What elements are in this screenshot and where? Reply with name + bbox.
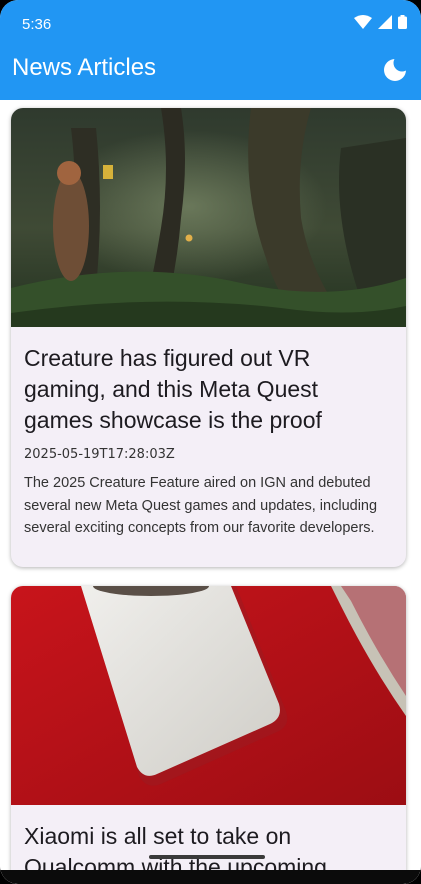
page-title: News Articles bbox=[12, 54, 157, 81]
article-date: 2025-05-19T17:28:03Z bbox=[24, 447, 175, 462]
app-bar: News Articles bbox=[0, 40, 421, 100]
article-card[interactable]: Creature has figured out VR gaming, and … bbox=[11, 108, 406, 567]
status-bar: 5:36 bbox=[0, 0, 421, 40]
article-image-phone bbox=[11, 586, 406, 805]
article-list[interactable]: Creature has figured out VR gaming, and … bbox=[0, 100, 421, 884]
wifi-icon bbox=[354, 15, 372, 29]
battery-icon bbox=[398, 15, 407, 29]
home-indicator[interactable] bbox=[149, 855, 265, 859]
article-title[interactable]: Creature has figured out VR gaming, and … bbox=[24, 343, 393, 436]
system-bottom-bar bbox=[0, 870, 421, 884]
article-description: The 2025 Creature Feature aired on IGN a… bbox=[24, 475, 378, 536]
status-icons bbox=[354, 15, 407, 29]
moon-icon[interactable] bbox=[383, 56, 409, 82]
signal-icon bbox=[378, 15, 392, 29]
phone-screen: 5:36 News Articles Creature has figured … bbox=[0, 0, 421, 884]
article-image-forest bbox=[11, 108, 406, 327]
status-time: 5:36 bbox=[22, 16, 52, 33]
article-card[interactable]: Xiaomi is all set to take on Qualcomm wi… bbox=[11, 586, 406, 884]
